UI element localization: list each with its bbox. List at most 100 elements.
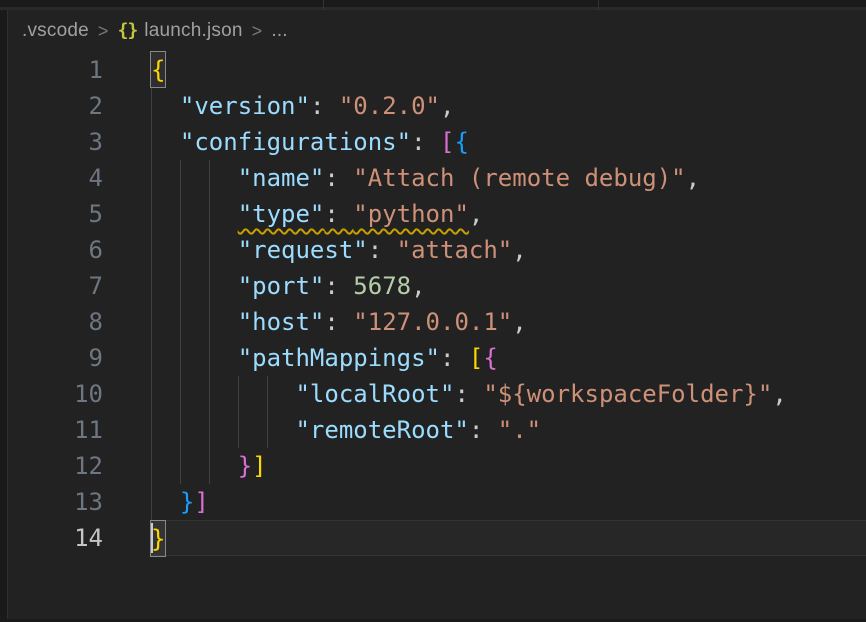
- indent-guide: [180, 196, 181, 232]
- line-number[interactable]: 12: [8, 448, 103, 484]
- line-content[interactable]: "type": "python",: [151, 196, 866, 232]
- code-token: {: [483, 344, 497, 372]
- code-line[interactable]: 12}]: [8, 448, 866, 484]
- line-number[interactable]: 2: [8, 88, 103, 124]
- code-line[interactable]: 5 "type": "python",: [8, 196, 866, 232]
- warning-squiggle: "type": "python": [238, 200, 469, 228]
- line-number[interactable]: 4: [8, 160, 103, 196]
- code-token: "name": [238, 164, 325, 192]
- indent-guide: [180, 268, 181, 304]
- line-number[interactable]: 14: [8, 520, 103, 556]
- line-content[interactable]: "host": "127.0.0.1",: [151, 304, 866, 340]
- breadcrumb-item-label: ...: [271, 20, 287, 41]
- code-token: ]: [252, 452, 266, 480]
- code-line[interactable]: 14}: [8, 520, 866, 556]
- line-content[interactable]: }]: [151, 484, 866, 520]
- indent-guide: [238, 412, 239, 448]
- code-token: {: [454, 128, 468, 156]
- code-text: "host": "127.0.0.1",: [151, 304, 527, 340]
- code-text: }: [151, 521, 165, 557]
- line-content[interactable]: "request": "attach",: [151, 232, 866, 268]
- code-token: "type": [238, 200, 325, 228]
- indent-guide: [209, 412, 210, 448]
- code-line[interactable]: 10 "localRoot": "${workspaceFolder}",: [8, 376, 866, 412]
- indent-guide: [151, 232, 152, 268]
- indent-guide: [209, 160, 210, 196]
- code-token: ,: [411, 272, 425, 300]
- indent-guide: [151, 412, 152, 448]
- breadcrumb-item[interactable]: {} launch.json: [118, 20, 243, 42]
- code-area[interactable]: 1{2"version": "0.2.0",3"configurations":…: [8, 52, 866, 556]
- code-line[interactable]: 6 "request": "attach",: [8, 232, 866, 268]
- code-line[interactable]: 1{: [8, 52, 866, 88]
- code-token: ,: [512, 236, 526, 264]
- code-text: "localRoot": "${workspaceFolder}",: [151, 376, 787, 412]
- line-content[interactable]: "configurations": [{: [151, 124, 866, 160]
- indent-guide: [209, 448, 210, 484]
- code-token: ,: [686, 164, 700, 192]
- code-token: ,: [772, 380, 786, 408]
- code-token: :: [440, 344, 469, 372]
- line-content[interactable]: "version": "0.2.0",: [151, 88, 866, 124]
- json-braces-icon: {}: [118, 20, 138, 41]
- code-line[interactable]: 3 "configurations": [{: [8, 124, 866, 160]
- breadcrumb-item[interactable]: ...: [271, 20, 287, 42]
- code-token: }: [238, 452, 252, 480]
- breadcrumb-item[interactable]: .vscode: [22, 20, 89, 42]
- code-token: "host": [238, 308, 325, 336]
- code-token: "python": [353, 200, 469, 228]
- code-token: "request": [238, 236, 368, 264]
- code-token: 5678: [353, 272, 411, 300]
- indent-guide: [151, 484, 152, 520]
- line-content[interactable]: "pathMappings": [{: [151, 340, 866, 376]
- indent-guide: [267, 376, 268, 412]
- line-number[interactable]: 6: [8, 232, 103, 268]
- editor-tab-strip: [0, 0, 866, 10]
- line-number[interactable]: 5: [8, 196, 103, 232]
- code-line[interactable]: 8 "host": "127.0.0.1",: [8, 304, 866, 340]
- line-content[interactable]: "remoteRoot": ".": [151, 412, 866, 448]
- indent-guide: [238, 376, 239, 412]
- code-line[interactable]: 11 "remoteRoot": ".": [8, 412, 866, 448]
- code-line[interactable]: 13}]: [8, 484, 866, 520]
- indent-guide: [209, 376, 210, 412]
- line-content[interactable]: "name": "Attach (remote debug)",: [151, 160, 866, 196]
- line-number[interactable]: 11: [8, 412, 103, 448]
- breadcrumb-item-label: launch.json: [144, 20, 242, 41]
- code-text: "name": "Attach (remote debug)",: [151, 160, 700, 196]
- line-content[interactable]: {: [151, 52, 866, 88]
- line-number[interactable]: 10: [8, 376, 103, 412]
- line-number[interactable]: 8: [8, 304, 103, 340]
- code-token: [: [469, 344, 483, 372]
- line-number[interactable]: 13: [8, 484, 103, 520]
- code-token: "127.0.0.1": [353, 308, 512, 336]
- breadcrumb-item-label: .vscode: [22, 20, 89, 41]
- code-token: :: [454, 380, 483, 408]
- indent-guide: [180, 376, 181, 412]
- indent-guide: [151, 160, 152, 196]
- line-number[interactable]: 1: [8, 52, 103, 88]
- code-line[interactable]: 4 "name": "Attach (remote debug)",: [8, 160, 866, 196]
- code-line[interactable]: 2 "version": "0.2.0",: [8, 88, 866, 124]
- line-content[interactable]: }]: [151, 448, 866, 484]
- code-text: "type": "python",: [151, 196, 483, 232]
- breadcrumb: .vscode>{}launch.json>...: [8, 10, 866, 52]
- code-text: }]: [151, 484, 209, 520]
- indent-guide: [180, 304, 181, 340]
- line-content[interactable]: "port": 5678,: [151, 268, 866, 304]
- code-token: "remoteRoot": [295, 416, 468, 444]
- editor-pane: .vscode>{}launch.json>... 1{2"version": …: [8, 10, 866, 619]
- indent-guide: [267, 412, 268, 448]
- indent-guide: [151, 304, 152, 340]
- line-number[interactable]: 9: [8, 340, 103, 376]
- code-token: ,: [469, 200, 483, 228]
- workbench-body: .vscode>{}launch.json>... 1{2"version": …: [0, 10, 866, 619]
- line-content[interactable]: }: [151, 520, 866, 556]
- code-line[interactable]: 9 "pathMappings": [{: [8, 340, 866, 376]
- line-number[interactable]: 3: [8, 124, 103, 160]
- code-token: "Attach (remote debug)": [353, 164, 685, 192]
- code-token: ,: [512, 308, 526, 336]
- line-content[interactable]: "localRoot": "${workspaceFolder}",: [151, 376, 866, 412]
- code-line[interactable]: 7 "port": 5678,: [8, 268, 866, 304]
- line-number[interactable]: 7: [8, 268, 103, 304]
